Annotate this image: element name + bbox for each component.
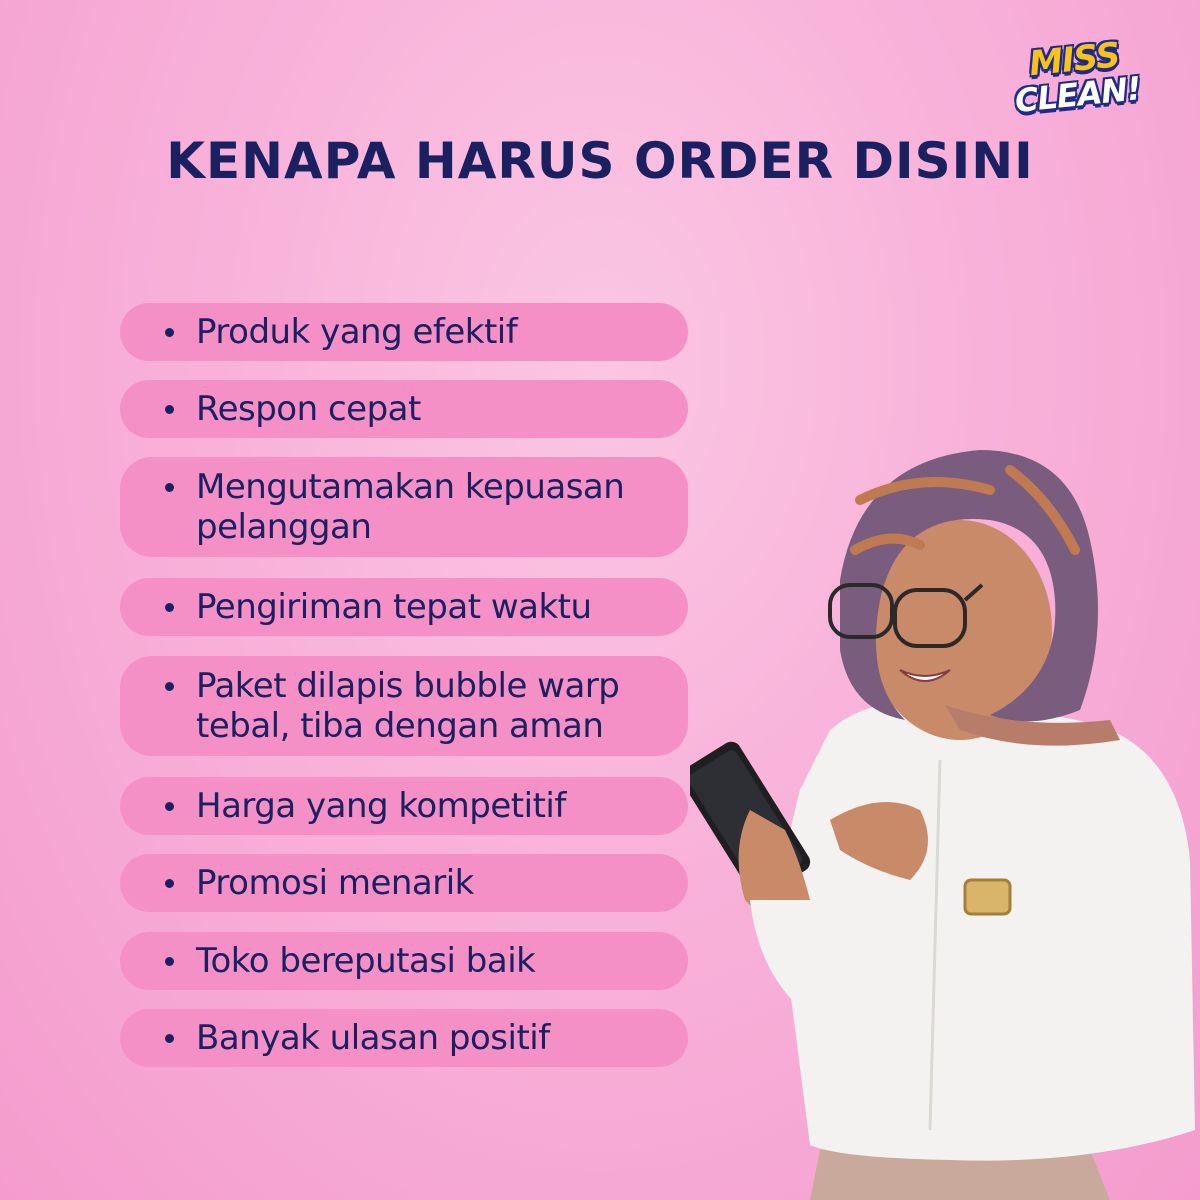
bullet-icon: [165, 878, 174, 888]
bullet-icon: [165, 682, 174, 691]
woman-with-phone-illustration: [690, 450, 1195, 1200]
reason-item: Pengiriman tepat waktu: [120, 578, 688, 636]
reason-text: Banyak ulasan positif: [196, 1018, 550, 1058]
reason-item: Paket dilapis bubble warp tebal, tiba de…: [120, 656, 688, 756]
bullet-icon: [165, 483, 174, 492]
reason-text: Paket dilapis bubble warp tebal, tiba de…: [196, 666, 620, 746]
reason-item: Banyak ulasan positif: [120, 1009, 688, 1067]
page-title: KENAPA HARUS ORDER DISINI: [166, 132, 1034, 190]
bullet-icon: [165, 1033, 174, 1043]
shirt-shape: [782, 705, 1195, 1161]
reason-text: Mengutamakan kepuasan pelanggan: [196, 467, 625, 547]
reason-item: Respon cepat: [120, 380, 688, 438]
bullet-icon: [165, 956, 174, 966]
reason-item: Harga yang kompetitif: [120, 777, 688, 835]
reason-text: Toko bereputasi baik: [196, 941, 536, 981]
reason-text: Promosi menarik: [196, 863, 474, 903]
brand-logo: MISS CLEAN!: [1004, 34, 1163, 139]
reason-item: Mengutamakan kepuasan pelanggan: [120, 457, 688, 557]
reason-text: Respon cepat: [196, 389, 421, 429]
reason-text: Produk yang efektif: [196, 312, 518, 352]
reason-item: Produk yang efektif: [120, 303, 688, 361]
watch-shape: [963, 878, 1012, 916]
reason-text: Harga yang kompetitif: [196, 786, 566, 826]
reason-text: Pengiriman tepat waktu: [196, 587, 592, 627]
reason-item: Promosi menarik: [120, 854, 688, 912]
bullet-icon: [165, 404, 174, 414]
bullet-icon: [165, 602, 174, 612]
reason-item: Toko bereputasi baik: [120, 932, 688, 990]
bullet-icon: [165, 327, 174, 337]
bullet-icon: [165, 801, 174, 811]
